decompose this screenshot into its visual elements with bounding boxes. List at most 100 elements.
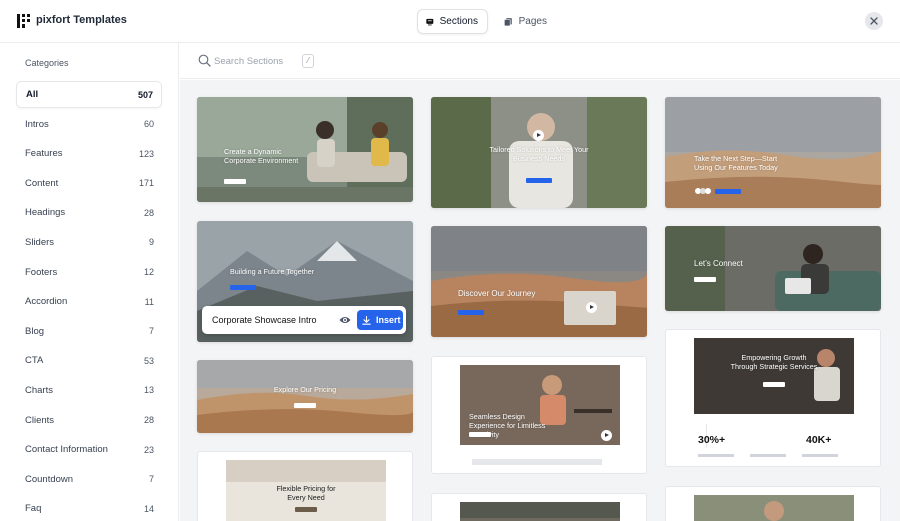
card-title: Flexible Pricing for Every Need — [276, 484, 336, 502]
template-card[interactable]: Create a Dynamic Corporate Environment — [197, 97, 413, 202]
tab-pages-label: Pages — [518, 16, 547, 27]
close-button[interactable] — [865, 12, 883, 30]
tab-pages[interactable]: Pages — [496, 9, 556, 34]
sidebar-item-footers[interactable]: Footers 12 — [16, 259, 162, 286]
card-thumbnail — [197, 360, 413, 433]
card-hover-toolbar: Corporate Showcase Intro Insert — [202, 306, 406, 334]
sidebar-item-count: 7 — [148, 474, 154, 485]
sidebar-item-headings[interactable]: Headings 28 — [16, 199, 162, 226]
play-icon — [601, 430, 612, 441]
template-card[interactable]: Flexible Pricing for Every Need — [197, 451, 413, 521]
sidebar-item-label: Charts — [25, 384, 53, 396]
sidebar-item-accordion[interactable]: Accordion 11 — [16, 288, 162, 315]
sidebar: Categories All 507 Intros 60 Features 123 C… — [0, 43, 179, 521]
template-card[interactable]: Discover Our Journey — [431, 226, 647, 337]
sidebar-item-charts[interactable]: Charts 13 — [16, 377, 162, 404]
card-title: Let’s Connect — [694, 259, 743, 268]
sidebar-item-label: CTA — [25, 355, 44, 367]
insert-button[interactable]: Insert — [357, 310, 403, 330]
sidebar-item-clients[interactable]: Clients 28 — [16, 407, 162, 434]
download-icon — [362, 315, 371, 325]
sidebar-item-count: 28 — [143, 415, 154, 426]
card-thumbnail — [460, 502, 620, 521]
sidebar-item-count: 14 — [143, 503, 154, 514]
template-card[interactable]: Empowering Growth Through Strategic Serv… — [665, 329, 881, 467]
sidebar-item-label: Headings — [25, 207, 66, 219]
sidebar-item-count: 12 — [143, 267, 154, 278]
sidebar-item-label: Faq — [25, 503, 42, 515]
sidebar-item-label: All — [26, 89, 39, 100]
sidebar-item-label: Intros — [25, 118, 49, 130]
sidebar-item-countdown[interactable]: Countdown 7 — [16, 466, 162, 493]
search-icon — [198, 54, 211, 67]
card-preview-button — [295, 507, 317, 512]
template-card[interactable] — [665, 486, 881, 521]
template-card[interactable]: Explore Our Pricing — [197, 360, 413, 433]
sidebar-item-sliders[interactable]: Sliders 9 — [16, 229, 162, 256]
templates-grid: Create a Dynamic Corporate Environment B… — [180, 80, 900, 521]
card-preview-button — [763, 382, 785, 387]
card-title: Discover Our Journey — [458, 289, 536, 298]
template-card[interactable]: Let’s Connect — [665, 226, 881, 311]
sections-icon — [426, 18, 434, 25]
app-title: pixfort Templates — [36, 14, 127, 26]
card-title: Tailored Solutions to Meet Your Business… — [489, 145, 589, 163]
sidebar-item-count: 28 — [143, 207, 154, 218]
card-preview-button — [458, 310, 484, 315]
sidebar-item-label: Accordion — [25, 296, 68, 308]
template-card[interactable] — [431, 493, 647, 521]
card-title: Explore Our Pricing — [273, 385, 337, 394]
card-preview-button — [469, 432, 491, 437]
card-title: Building a Future Together — [230, 267, 315, 276]
sidebar-item-intros[interactable]: Intros 60 — [16, 111, 162, 138]
category-list: All 507 Intros 60 Features 123 Content 171 H… — [16, 81, 162, 521]
stat-value: 40K+ — [806, 434, 832, 446]
template-card[interactable]: Seamless Design Experience for Limitless… — [431, 356, 647, 474]
sidebar-item-label: Clients — [25, 414, 55, 426]
sidebar-item-faq[interactable]: Faq 14 — [16, 495, 162, 521]
sidebar-item-cta[interactable]: CTA 53 — [16, 347, 162, 374]
template-card[interactable]: Tailored Solutions to Meet Your Business… — [431, 97, 647, 208]
sidebar-item-label: Footers — [25, 266, 58, 278]
sidebar-item-label: Sliders — [25, 236, 55, 248]
sidebar-item-label: Countdown — [25, 473, 74, 485]
card-thumbnail — [665, 226, 881, 311]
sidebar-item-all[interactable]: All 507 — [16, 81, 162, 108]
sidebar-item-count: 11 — [144, 296, 154, 307]
search-shortcut-key: / — [302, 54, 314, 68]
search-bar: / — [180, 43, 900, 79]
tab-sections[interactable]: Sections — [417, 9, 488, 34]
play-icon — [533, 130, 544, 141]
card-title: Take the Next Step—Start Using Our Featu… — [694, 154, 778, 172]
card-title: Create a Dynamic Corporate Environment — [224, 147, 299, 165]
sidebar-item-count: 23 — [143, 444, 154, 455]
sidebar-item-count: 507 — [137, 89, 153, 100]
card-thumbnail — [694, 495, 854, 521]
sidebar-heading: Categories — [25, 58, 69, 68]
insert-button-label: Insert — [376, 315, 401, 325]
card-thumbnail — [694, 338, 854, 457]
hover-card-title: Corporate Showcase Intro — [212, 315, 317, 325]
header: pixfort Templates Sections Pages — [0, 0, 900, 43]
play-icon — [586, 302, 597, 313]
template-card[interactable]: Take the Next Step—Start Using Our Featu… — [665, 97, 881, 208]
search-input[interactable] — [214, 53, 304, 69]
card-preview-button — [526, 178, 552, 183]
card-title: Empowering Growth Through Strategic Serv… — [730, 353, 818, 371]
card-preview-button — [224, 179, 246, 184]
card-preview-button — [715, 189, 741, 194]
sidebar-item-contact-information[interactable]: Contact Information 23 — [16, 436, 162, 463]
eye-icon[interactable] — [339, 315, 351, 325]
pages-icon — [504, 17, 512, 26]
card-preview-button — [230, 285, 256, 290]
card-preview-button — [694, 277, 716, 282]
sidebar-item-content[interactable]: Content 171 — [16, 170, 162, 197]
sidebar-item-count: 7 — [148, 326, 154, 337]
sidebar-item-features[interactable]: Features 123 — [16, 140, 162, 167]
sidebar-item-count: 13 — [143, 385, 154, 396]
sidebar-item-count: 171 — [138, 178, 154, 189]
pixfort-logo-icon — [17, 14, 30, 28]
sidebar-item-count: 53 — [143, 355, 154, 366]
sidebar-item-blog[interactable]: Blog 7 — [16, 318, 162, 345]
sidebar-item-label: Contact Information — [25, 444, 108, 456]
